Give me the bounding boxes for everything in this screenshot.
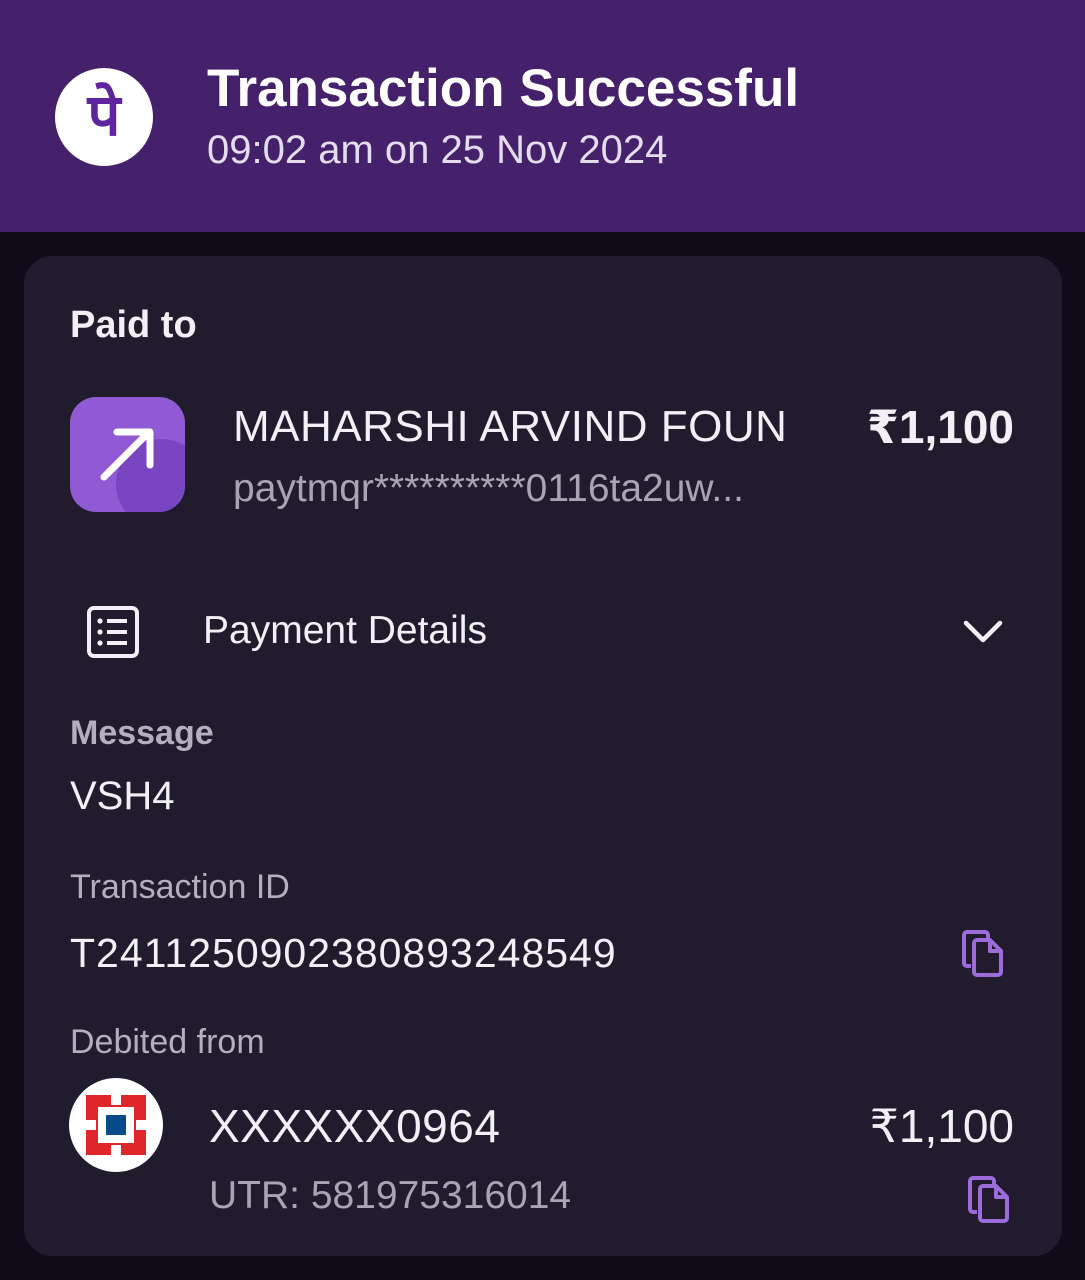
payee-name: MAHARSHI ARVIND FOUN (233, 402, 788, 451)
bank-logo (69, 1078, 163, 1172)
receipt-list-icon (86, 605, 140, 664)
paid-amount: ₹1,100 (866, 401, 1014, 453)
transaction-status-title: Transaction Successful (207, 59, 800, 118)
phonepe-logo-glyph: पे (87, 81, 121, 149)
debited-from-label: Debited from (70, 1023, 265, 1061)
header: पे Transaction Successful 09:02 am on 25… (0, 0, 1085, 232)
message-label: Message (70, 714, 214, 752)
transaction-card: Paid to MAHARSHI ARVIND FOUN paytmqr****… (24, 256, 1062, 1256)
transaction-id-label: Transaction ID (70, 868, 290, 906)
payee-upi-id: paytmqr**********0116ta2uw... (233, 467, 744, 510)
transaction-timestamp: 09:02 am on 25 Nov 2024 (207, 128, 668, 172)
copy-utr-icon[interactable] (967, 1176, 1013, 1229)
debited-account-number: XXXXXX0964 (209, 1100, 501, 1152)
copy-transaction-id-icon[interactable] (961, 930, 1007, 983)
utr-number: UTR: 581975316014 (209, 1174, 572, 1217)
transaction-id-value: T2411250902380893248549 (70, 930, 617, 976)
chevron-down-icon[interactable] (961, 616, 1005, 651)
message-value: VSH4 (70, 774, 175, 818)
debited-amount: ₹1,100 (869, 1100, 1014, 1152)
paid-to-label: Paid to (70, 304, 197, 346)
arrow-up-right-icon (70, 397, 185, 512)
phonepe-logo: पे (55, 68, 153, 166)
payment-details-toggle[interactable]: Payment Details (203, 609, 487, 653)
